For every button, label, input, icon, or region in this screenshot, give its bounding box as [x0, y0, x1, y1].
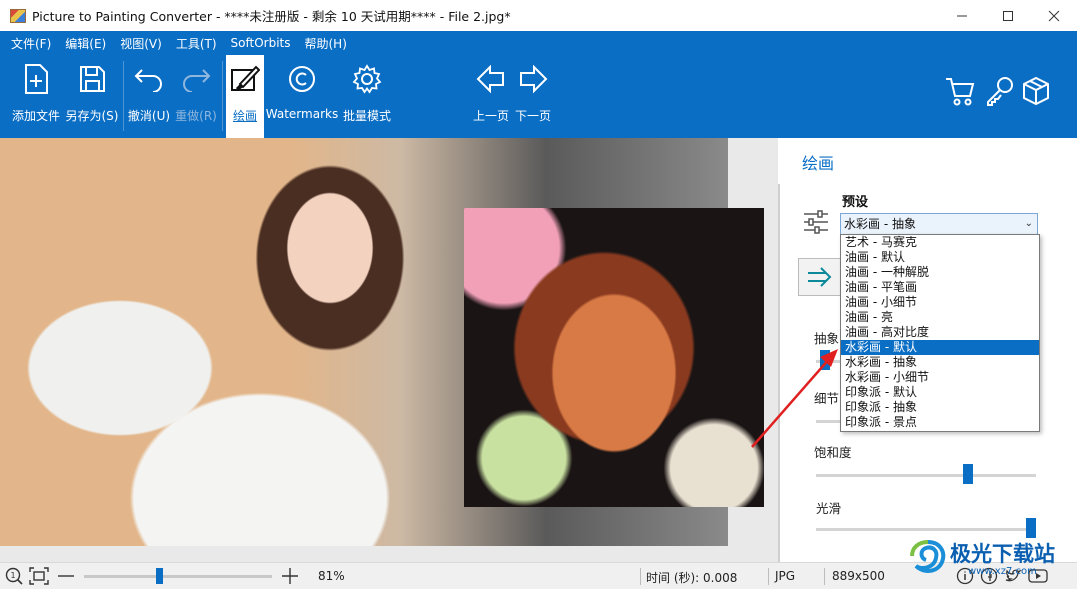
zoom-out-icon[interactable] — [57, 568, 75, 584]
preset-option[interactable]: 油画 - 一种解脱 — [841, 265, 1039, 280]
watermark-text: 极光下载站 — [950, 542, 1055, 566]
preset-option[interactable]: 油画 - 默认 — [841, 250, 1039, 265]
zoom-fit-icon[interactable]: 1 — [4, 566, 24, 586]
preset-option[interactable]: 油画 - 小细节 — [841, 295, 1039, 310]
zoom-slider-track[interactable] — [84, 575, 272, 578]
image-size: 889x500 — [832, 569, 885, 583]
watermark-url: www.xz7.com — [968, 566, 1037, 577]
zoom-in-icon[interactable] — [281, 567, 299, 585]
status-separator — [768, 568, 769, 585]
zoom-slider-thumb[interactable] — [156, 568, 164, 584]
zoom-percent: 81% — [318, 569, 345, 583]
svg-text:1: 1 — [11, 571, 16, 580]
watermark-logo: 极光下载站 www.xz7.com — [906, 532, 1076, 584]
process-time: 时间 (秒): 0.008 — [646, 571, 738, 585]
swirl-logo-icon — [910, 540, 946, 573]
preset-option[interactable]: 印象派 - 默认 — [841, 385, 1039, 400]
preset-option[interactable]: 水彩画 - 默认 — [841, 340, 1039, 355]
status-separator — [640, 568, 641, 585]
preset-option[interactable]: 油画 - 高对比度 — [841, 325, 1039, 340]
image-format: JPG — [775, 569, 796, 583]
preset-option[interactable]: 水彩画 - 抽象 — [841, 355, 1039, 370]
preset-option[interactable]: 油画 - 亮 — [841, 310, 1039, 325]
preset-option[interactable]: 水彩画 - 小细节 — [841, 370, 1039, 385]
preset-dropdown-list[interactable]: 艺术 - 马赛克 油画 - 默认 油画 - 一种解脱 油画 - 平笔画 油画 - 小细节… — [840, 234, 1040, 432]
preset-option[interactable]: 印象派 - 抽象 — [841, 400, 1039, 415]
preset-option[interactable]: 艺术 - 马赛克 — [841, 235, 1039, 250]
preset-option[interactable]: 印象派 - 景点 — [841, 415, 1039, 430]
app-window: Picture to Painting Converter - ****未注册版… — [0, 0, 1077, 589]
fit-screen-icon[interactable] — [28, 566, 50, 586]
status-separator — [824, 568, 825, 585]
preset-option[interactable]: 油画 - 平笔画 — [841, 280, 1039, 295]
